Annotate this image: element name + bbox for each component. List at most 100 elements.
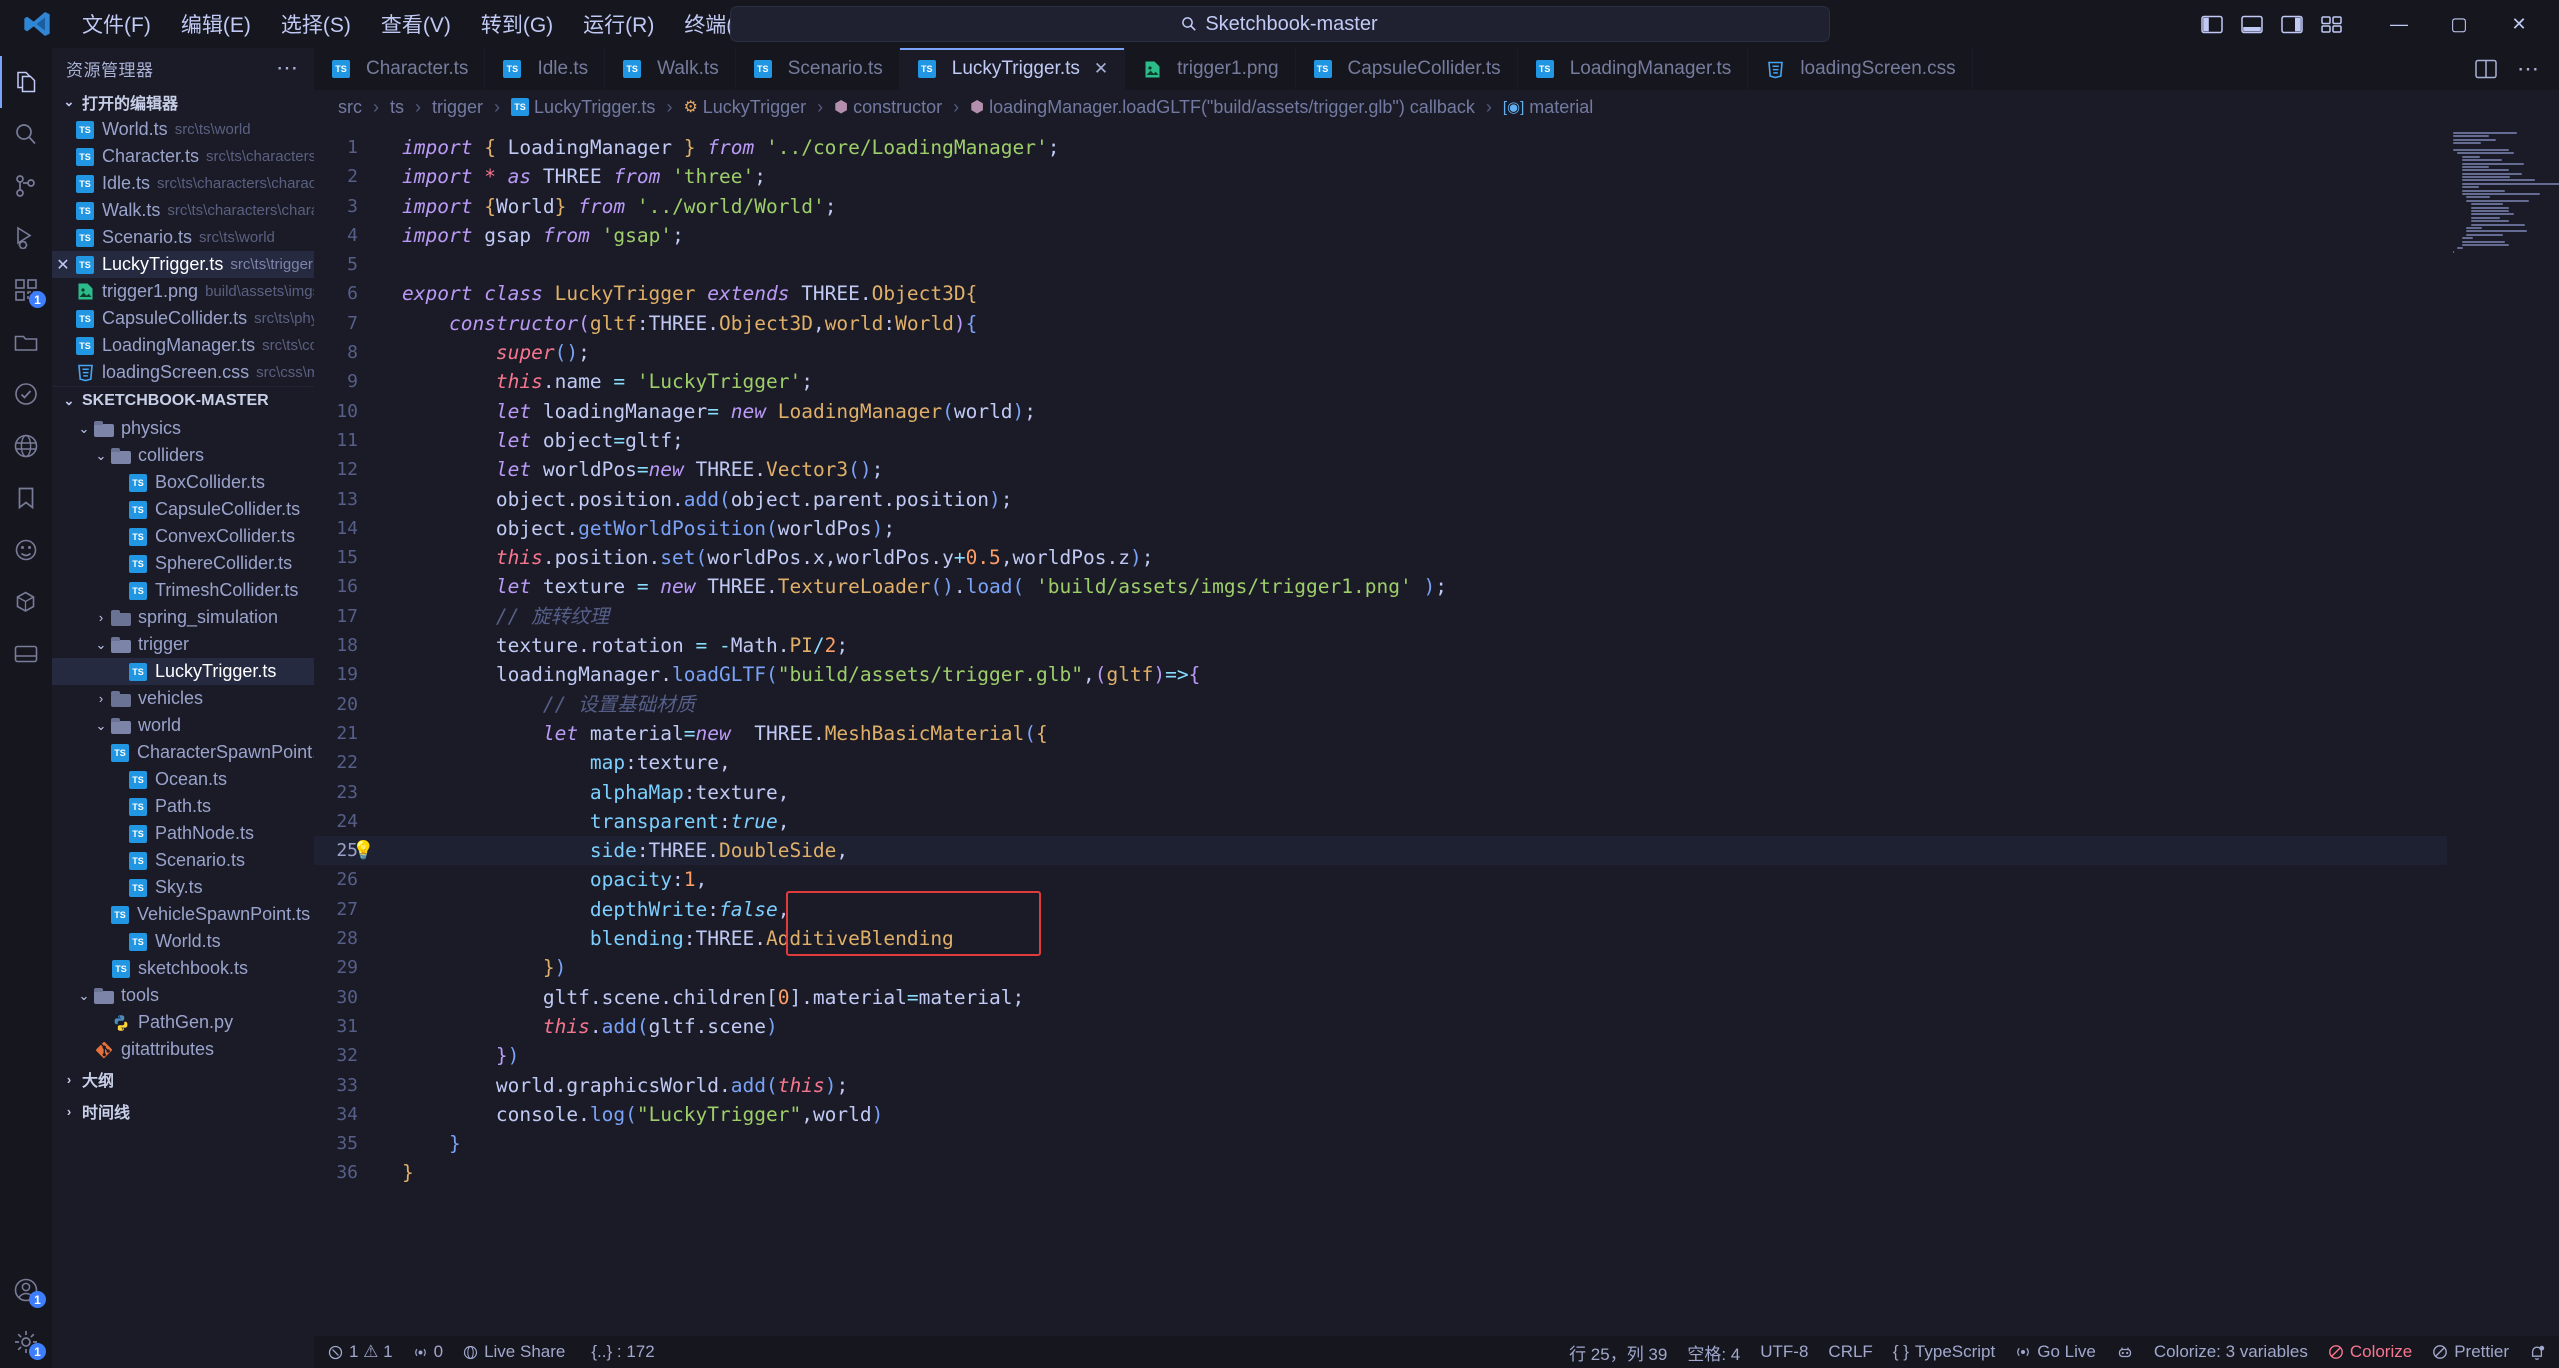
- tree-file[interactable]: TS LuckyTrigger.ts: [52, 658, 314, 685]
- tree-file[interactable]: TS Sky.ts: [52, 874, 314, 901]
- code-editor[interactable]: 1 import { LoadingManager } from '../core…: [314, 124, 2559, 1336]
- menu-file[interactable]: 文件(F): [68, 4, 165, 44]
- activity-settings[interactable]: 1: [0, 1316, 52, 1368]
- code-line[interactable]: 36}: [314, 1158, 2447, 1187]
- minimap[interactable]: [2447, 124, 2559, 1336]
- code-line[interactable]: 14 object.getWorldPosition(worldPos);: [314, 514, 2447, 543]
- toggle-panel-icon[interactable]: [2241, 15, 2263, 34]
- activity-extensions[interactable]: 1: [0, 264, 52, 316]
- status-indentation[interactable]: 空格: 4: [1677, 1336, 1750, 1368]
- code-line[interactable]: 28 blending:THREE.AdditiveBlending: [314, 924, 2447, 953]
- activity-todo-tree[interactable]: [0, 524, 52, 576]
- code-line[interactable]: 💡 25 side:THREE.DoubleSide,: [314, 836, 2447, 866]
- chevron-down-icon[interactable]: ⌄: [75, 421, 93, 437]
- menu-run[interactable]: 运行(R): [569, 4, 668, 44]
- code-line[interactable]: 9 this.name = 'LuckyTrigger';: [314, 367, 2447, 396]
- editor-tab[interactable]: TS LuckyTrigger.ts ✕: [899, 48, 1126, 90]
- code-line[interactable]: 30 gltf.scene.children[0].material=mater…: [314, 983, 2447, 1012]
- editor-tab[interactable]: TS LoadingManager.ts: [1517, 48, 1749, 90]
- activity-accounts[interactable]: 1: [0, 1264, 52, 1316]
- code-line[interactable]: 23 alphaMap:texture,: [314, 778, 2447, 807]
- menu-edit[interactable]: 编辑(E): [167, 4, 265, 44]
- activity-remote-explorer[interactable]: [0, 316, 52, 368]
- code-line[interactable]: 4 import gsap from 'gsap';: [314, 221, 2447, 250]
- status-language-mode[interactable]: { } TypeScript: [1883, 1336, 2005, 1368]
- open-editor-item[interactable]: TS LoadingManager.ts src\ts\core: [52, 332, 314, 359]
- activity-testing[interactable]: [0, 368, 52, 420]
- code-lines[interactable]: 1 import { LoadingManager } from '../core…: [314, 124, 2447, 1336]
- close-editor-icon[interactable]: ✕: [52, 255, 74, 275]
- window-minimize-button[interactable]: —: [2369, 0, 2429, 48]
- code-line[interactable]: 17 // 旋转纹理: [314, 602, 2447, 631]
- menu-selection[interactable]: 选择(S): [267, 4, 365, 44]
- status-colorize-count[interactable]: Colorize: 3 variables: [2144, 1336, 2318, 1368]
- close-tab-icon[interactable]: ✕: [1094, 59, 1108, 79]
- code-line[interactable]: 18 texture.rotation = -Math.PI/2;: [314, 631, 2447, 660]
- code-line[interactable]: 32 }): [314, 1041, 2447, 1070]
- code-line[interactable]: 7 constructor(gltf:THREE.Object3D,world:…: [314, 309, 2447, 338]
- chevron-right-icon[interactable]: ›: [92, 691, 110, 706]
- breadcrumb-item[interactable]: [◉] material: [1503, 97, 1593, 118]
- status-encoding[interactable]: UTF-8: [1750, 1336, 1818, 1368]
- tree-file[interactable]: TS CapsuleCollider.ts: [52, 496, 314, 523]
- tree-file[interactable]: TS Scenario.ts: [52, 847, 314, 874]
- open-editor-item[interactable]: TS Scenario.ts src\ts\world: [52, 224, 314, 251]
- tree-folder[interactable]: ⌄ world: [52, 712, 314, 739]
- tree-folder[interactable]: › vehicles: [52, 685, 314, 712]
- activity-live-share[interactable]: [0, 420, 52, 472]
- sidebar-more-actions-icon[interactable]: ⋯: [268, 55, 308, 81]
- breadcrumb-item[interactable]: trigger: [432, 97, 483, 118]
- tree-file[interactable]: TS Ocean.ts: [52, 766, 314, 793]
- tree-file[interactable]: TS PathNode.ts: [52, 820, 314, 847]
- status-colorize-toggle[interactable]: Colorize: [2318, 1336, 2422, 1368]
- menu-view[interactable]: 查看(V): [367, 4, 465, 44]
- status-brackets[interactable]: {..} : 172: [575, 1336, 664, 1368]
- tree-file[interactable]: TS CharacterSpawnPoint.ts: [52, 739, 314, 766]
- open-editor-item[interactable]: trigger1.png build\assets\imgs: [52, 278, 314, 305]
- code-line[interactable]: 2 import * as THREE from 'three';: [314, 162, 2447, 191]
- tree-file[interactable]: TS Path.ts: [52, 793, 314, 820]
- code-line[interactable]: 27 depthWrite:false,: [314, 895, 2447, 924]
- section-open-editors[interactable]: ⌄ 打开的编辑器: [52, 88, 314, 116]
- quick-fix-lightbulb-icon[interactable]: 💡: [352, 836, 374, 865]
- window-close-button[interactable]: ✕: [2489, 0, 2549, 48]
- open-editor-item[interactable]: loadingScreen.css src\css\modules: [52, 359, 314, 386]
- breadcrumb-item[interactable]: ⚙ LuckyTrigger: [683, 97, 806, 118]
- activity-run-and-debug[interactable]: [0, 212, 52, 264]
- chevron-down-icon[interactable]: ⌄: [75, 988, 93, 1004]
- chevron-right-icon[interactable]: ›: [92, 610, 110, 625]
- status-notifications[interactable]: [2519, 1336, 2555, 1368]
- code-line[interactable]: 15 this.position.set(worldPos.x,worldPos…: [314, 543, 2447, 572]
- code-line[interactable]: 6 export class LuckyTrigger extends THREE…: [314, 279, 2447, 308]
- code-line[interactable]: 22 map:texture,: [314, 748, 2447, 777]
- open-editor-item[interactable]: TS World.ts src\ts\world: [52, 116, 314, 143]
- code-line[interactable]: 21 let material=new THREE.MeshBasicMater…: [314, 719, 2447, 748]
- tree-file[interactable]: TS sketchbook.ts: [52, 955, 314, 982]
- toggle-secondary-sidebar-icon[interactable]: [2281, 15, 2303, 34]
- status-problems[interactable]: 1 ⚠ 1: [318, 1336, 403, 1368]
- activity-search[interactable]: [0, 108, 52, 160]
- tree-file[interactable]: TS BoxCollider.ts: [52, 469, 314, 496]
- activity-docker[interactable]: [0, 576, 52, 628]
- breadcrumb-item[interactable]: ⬢ constructor: [834, 97, 942, 118]
- code-line[interactable]: 13 object.position.add(object.parent.pos…: [314, 485, 2447, 514]
- code-line[interactable]: 20 // 设置基础材质: [314, 690, 2447, 719]
- status-eol[interactable]: CRLF: [1818, 1336, 1882, 1368]
- code-line[interactable]: 12 let worldPos=new THREE.Vector3();: [314, 455, 2447, 484]
- window-maximize-button[interactable]: ▢: [2429, 0, 2489, 48]
- editor-tab[interactable]: TS Idle.ts: [485, 48, 606, 90]
- code-line[interactable]: 24 transparent:true,: [314, 807, 2447, 836]
- open-editor-item[interactable]: TS Character.ts src\ts\characters: [52, 143, 314, 170]
- customize-layout-icon[interactable]: [2321, 15, 2343, 34]
- code-line[interactable]: 10 let loadingManager= new LoadingManage…: [314, 397, 2447, 426]
- tree-file[interactable]: TS SphereCollider.ts: [52, 550, 314, 577]
- tree-folder[interactable]: ⌄ trigger: [52, 631, 314, 658]
- status-prettier[interactable]: Prettier: [2422, 1336, 2519, 1368]
- more-actions-icon[interactable]: ⋯: [2517, 56, 2541, 82]
- editor-tab[interactable]: TS CapsuleCollider.ts: [1295, 48, 1518, 90]
- activity-explorer[interactable]: [0, 56, 52, 108]
- chevron-down-icon[interactable]: ⌄: [92, 718, 110, 734]
- status-live-share[interactable]: Live Share: [453, 1336, 575, 1368]
- status-ports[interactable]: 0: [403, 1336, 453, 1368]
- breadcrumb-item[interactable]: ts: [390, 97, 404, 118]
